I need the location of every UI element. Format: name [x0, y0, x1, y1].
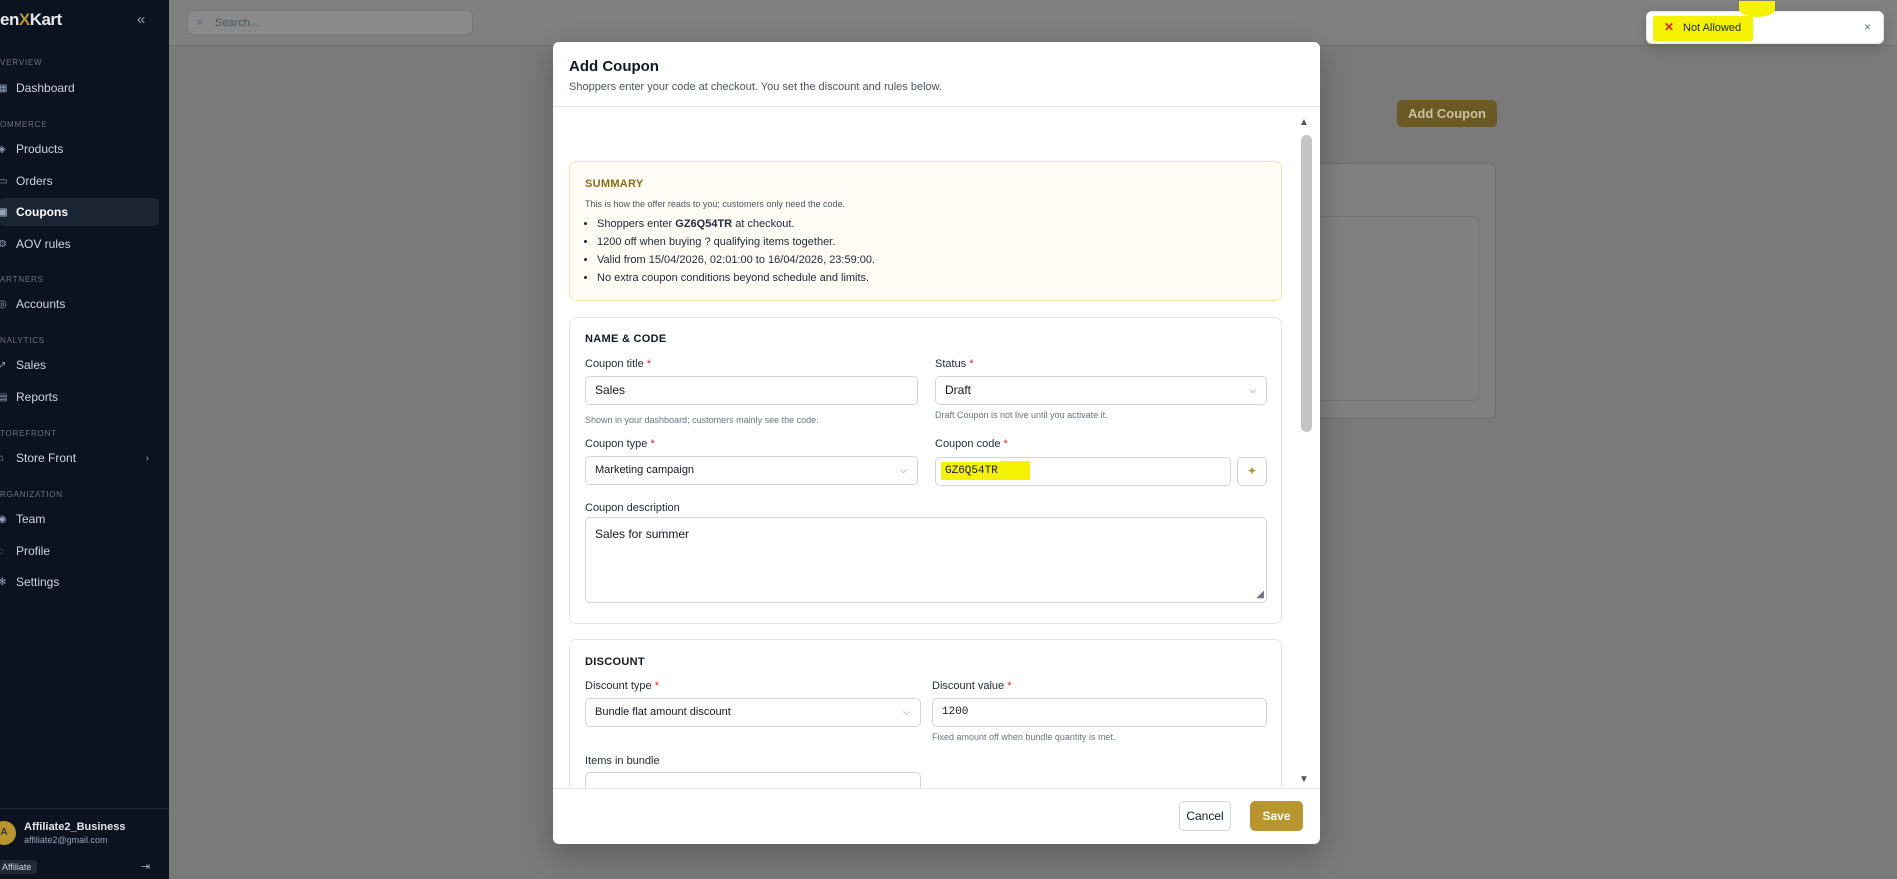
- scroll-up-arrow-icon[interactable]: ▲: [1299, 117, 1309, 128]
- report-icon: ▤: [0, 391, 8, 403]
- sidebar-item-profile[interactable]: ◌ Profile: [0, 537, 159, 565]
- chevron-down-icon: ⌵: [900, 465, 907, 475]
- discount-type-select[interactable]: Bundle flat amount discount ⌵: [585, 698, 921, 727]
- search-icon: ⌕: [197, 16, 204, 28]
- sidebar-item-coupons[interactable]: ▣ Coupons: [0, 198, 159, 226]
- coupon-code-input[interactable]: GZ6Q54TR: [935, 457, 1231, 486]
- discount-value-input[interactable]: 1200: [932, 698, 1267, 727]
- nav-section-overview: VERVIEW: [0, 58, 43, 67]
- nav-section-storefront: TOREFRONT: [0, 429, 57, 438]
- gear-icon: ✻: [0, 576, 7, 588]
- discount-value-hint: Fixed amount off when bundle quantity is…: [932, 732, 1116, 742]
- coupon-type-label: Coupon type *: [585, 438, 655, 450]
- discount-card: DISCOUNT Discount type * Bundle flat amo…: [569, 639, 1282, 788]
- highlight-mark: [1739, 1, 1775, 17]
- tag-icon: ◈: [0, 143, 6, 155]
- sidebar-item-aov-rules[interactable]: ⚙ AOV rules: [0, 230, 159, 258]
- search-input[interactable]: [215, 14, 465, 32]
- coupon-code-label: Coupon code *: [935, 438, 1008, 450]
- toast-message: Not Allowed: [1683, 22, 1742, 34]
- summary-title: SUMMARY: [585, 178, 644, 190]
- summary-item: Shoppers enter GZ6Q54TR at checkout.: [597, 215, 1257, 233]
- sidebar-item-products[interactable]: ◈ Products: [0, 135, 159, 163]
- status-hint: Draft Coupon is not live until you activ…: [935, 410, 1108, 420]
- summary-item: No extra coupon conditions beyond schedu…: [597, 269, 1257, 287]
- page-add-coupon-button[interactable]: Add Coupon: [1397, 100, 1497, 127]
- discount-type-label: Discount type *: [585, 680, 659, 692]
- cart-icon: ▭: [0, 175, 8, 187]
- nav-section-partners: ARTNERS: [0, 275, 44, 284]
- role-badge: Affiliate: [0, 860, 38, 874]
- resize-grip-icon[interactable]: ◢: [1256, 589, 1264, 600]
- sidebar-item-dashboard[interactable]: ▦ Dashboard: [0, 74, 159, 102]
- sidebar-item-settings[interactable]: ✻ Settings: [0, 568, 159, 596]
- sidebar-item-orders[interactable]: ▭ Orders: [0, 167, 159, 195]
- avatar[interactable]: A: [0, 821, 16, 845]
- description-label: Coupon description: [585, 502, 680, 514]
- bundle-items-label: Items in bundle: [585, 755, 660, 767]
- summary-list: Shoppers enter GZ6Q54TR at checkout. 120…: [597, 215, 1257, 287]
- error-icon: ✕: [1664, 20, 1675, 34]
- summary-item: 1200 off when buying ? qualifying items …: [597, 233, 1257, 251]
- coupons-card-inner: [1301, 216, 1479, 401]
- sparkle-icon: ✦: [1246, 464, 1258, 478]
- dashboard-icon: ▦: [0, 82, 8, 94]
- user-name: Affiliate2_Business: [24, 821, 126, 833]
- save-button[interactable]: Save: [1250, 801, 1303, 831]
- team-icon: ◉: [0, 513, 7, 525]
- modal-subtitle: Shoppers enter your code at checkout. Yo…: [569, 81, 943, 93]
- top-bar: ⌕ E: [169, 0, 1897, 46]
- chevron-right-icon: ›: [145, 452, 149, 464]
- nav-section-commerce: OMMERCE: [0, 120, 48, 129]
- summary-item: Valid from 15/04/2026, 02:01:00 to 16/04…: [597, 251, 1257, 269]
- modal-title: Add Coupon: [569, 58, 659, 75]
- description-textarea[interactable]: Sales for summer ◢: [585, 517, 1267, 603]
- sidebar-item-team[interactable]: ◉ Team: [0, 505, 159, 533]
- modal-body[interactable]: ▲ ▼ SUMMARY This is how the offer reads …: [553, 107, 1320, 788]
- sidebar: enXKart « VERVIEW ▦ Dashboard OMMERCE ◈ Pr…: [0, 0, 169, 879]
- discount-value-label: Discount value *: [932, 680, 1012, 692]
- sidebar-item-store-front[interactable]: ⌂ Store Front ›: [0, 444, 159, 472]
- user-email: affiliate2@gmail.com: [24, 835, 108, 845]
- summary-note: This is how the offer reads to you; cust…: [585, 199, 845, 209]
- coupons-card: [1300, 163, 1496, 419]
- chevron-down-icon: ⌵: [903, 707, 910, 717]
- coupon-title-label: Coupon title *: [585, 358, 652, 370]
- user-block: A Affiliate2_Business affiliate2@gmail.c…: [0, 808, 169, 879]
- sidebar-item-reports[interactable]: ▤ Reports: [0, 383, 159, 411]
- cancel-button[interactable]: Cancel: [1179, 801, 1231, 831]
- profile-icon: ◌: [0, 545, 4, 557]
- nav-section-analytics: NALYTICS: [0, 336, 45, 345]
- status-label: Status *: [935, 358, 974, 370]
- scroll-down-arrow-icon[interactable]: ▼: [1299, 774, 1309, 785]
- search-box: ⌕: [187, 10, 473, 35]
- coupon-title-input[interactable]: Sales: [585, 376, 918, 405]
- store-icon: ⌂: [0, 452, 5, 464]
- section-title-discount: DISCOUNT: [585, 656, 645, 668]
- collapse-sidebar-icon[interactable]: «: [137, 12, 153, 28]
- divider: [553, 788, 1320, 789]
- name-code-card: NAME & CODE Coupon title * Sales Shown i…: [569, 317, 1282, 624]
- sidebar-item-accounts[interactable]: ◎ Accounts: [0, 290, 159, 318]
- ticket-icon: ▣: [0, 206, 8, 218]
- users-icon: ◎: [0, 298, 7, 310]
- rules-icon: ⚙: [0, 238, 7, 250]
- logout-icon[interactable]: ⇥: [141, 860, 150, 873]
- generate-code-button[interactable]: ✦: [1237, 457, 1267, 486]
- status-select[interactable]: Draft ⌵: [935, 376, 1267, 405]
- brand-logo[interactable]: enXKart: [0, 10, 62, 30]
- chevron-down-icon: ⌵: [1249, 385, 1256, 395]
- coupon-title-hint: Shown in your dashboard; customers mainl…: [585, 415, 819, 425]
- coupon-type-select[interactable]: Marketing campaign ⌵: [585, 456, 918, 485]
- bundle-items-input[interactable]: [585, 772, 921, 788]
- close-icon[interactable]: ×: [1864, 20, 1871, 34]
- toast-notification: ✕ Not Allowed ×: [1646, 1, 1884, 44]
- add-coupon-modal: Add Coupon Shoppers enter your code at c…: [553, 42, 1320, 844]
- trend-icon: ↗: [0, 359, 7, 371]
- nav-section-organization: RGANIZATION: [0, 490, 63, 499]
- sidebar-item-sales[interactable]: ↗ Sales: [0, 351, 159, 379]
- summary-card: SUMMARY This is how the offer reads to y…: [569, 161, 1282, 301]
- section-title-name-code: NAME & CODE: [585, 333, 667, 345]
- scrollbar-thumb[interactable]: [1301, 135, 1312, 432]
